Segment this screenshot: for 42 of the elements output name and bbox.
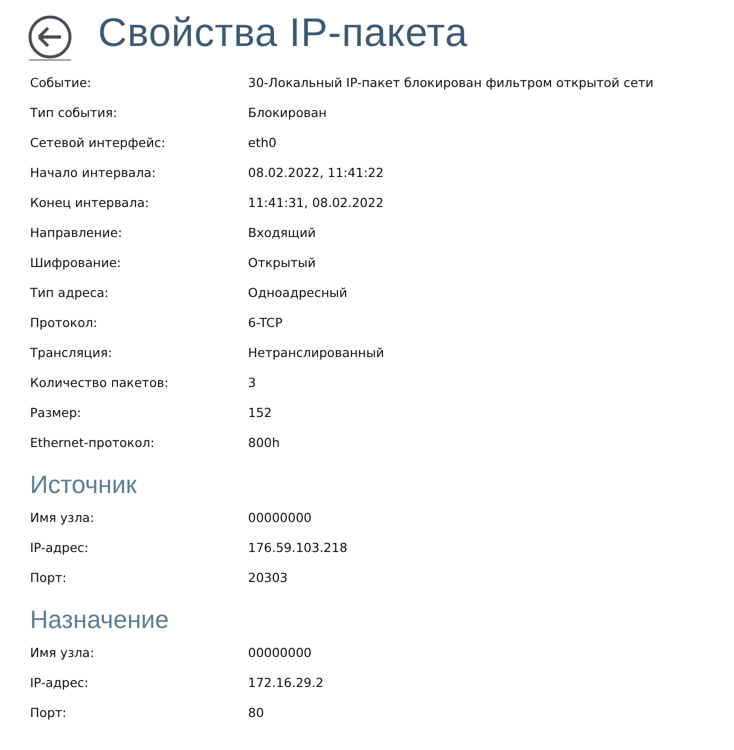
section-heading: Источник: [30, 470, 138, 501]
section-heading: Назначение: [30, 605, 170, 636]
field-value: Блокирован: [248, 104, 327, 120]
field-value: 6-TCP: [248, 314, 282, 330]
field-label: Тип события:: [30, 104, 118, 120]
field-value: Одноадресный: [248, 284, 348, 300]
field-label: Событие:: [30, 74, 92, 90]
field-value: Открытый: [248, 254, 316, 270]
page-title: Свойства IP-пакета: [98, 11, 468, 56]
field-label: Сетевой интерфейс:: [30, 134, 166, 150]
field-label: Трансляция:: [30, 344, 114, 360]
field-label: IP-адрес:: [30, 674, 90, 690]
field-value: 176.59.103.218: [248, 540, 348, 554]
field-label: Имя узла:: [30, 510, 96, 524]
field-label: Протокол:: [30, 314, 98, 330]
field-label: Тип адреса:: [30, 284, 110, 300]
field-value: 00000000: [248, 644, 312, 660]
field-value: 20303: [248, 570, 288, 584]
field-label: Количество пакетов:: [30, 374, 170, 390]
field-value: Нетранслированный: [248, 344, 384, 360]
field-value: Входящий: [248, 224, 316, 240]
field-value: 30-Локальный IP-пакет блокирован фильтром открытой сети: [248, 74, 654, 90]
field-label: Направление:: [30, 224, 124, 240]
back-button[interactable]: [28, 14, 74, 60]
field-value: 08.02.2022, 11:41:22: [248, 164, 384, 180]
field-label: Имя узла:: [30, 644, 96, 660]
field-label: IP-адрес:: [30, 540, 90, 554]
field-value: 80: [248, 704, 264, 720]
field-label: Ethernet-протокол:: [30, 434, 156, 450]
field-value: eth0: [248, 134, 276, 150]
field-label: Начало интервала:: [30, 164, 157, 180]
field-value: 11:41:31, 08.02.2022: [248, 194, 384, 210]
field-value: 152: [248, 404, 272, 420]
field-label: Конец интервала:: [30, 194, 150, 210]
field-value: 00000000: [248, 510, 312, 524]
field-value: 800h: [248, 434, 280, 450]
field-label: Шифрование:: [30, 254, 122, 270]
field-label: Порт:: [30, 570, 68, 584]
field-label: Размер:: [30, 404, 82, 420]
field-label: Порт:: [30, 704, 68, 720]
field-value: 3: [248, 374, 256, 390]
field-value: 172.16.29.2: [248, 674, 324, 690]
